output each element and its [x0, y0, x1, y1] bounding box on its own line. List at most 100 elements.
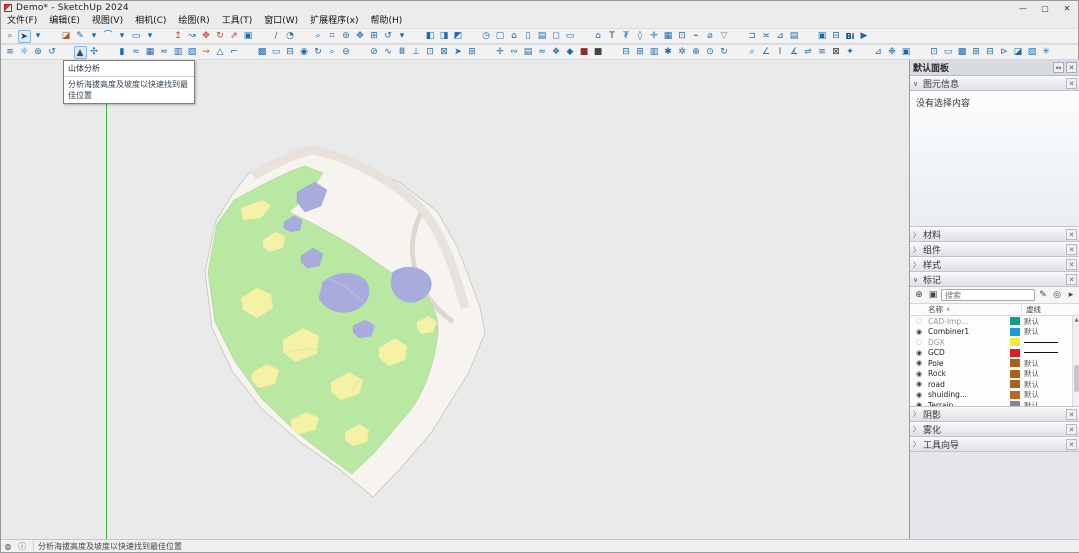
ext-tool-39[interactable]: ⊙	[704, 46, 717, 59]
section-styles[interactable]: 〉 样式 ✕	[910, 257, 1079, 272]
ext-tool-51[interactable]: ▩	[956, 46, 969, 59]
geolocation-icon[interactable]: ◍	[1, 542, 15, 551]
eye-visibility-icon[interactable]: ◉	[910, 328, 928, 336]
tag-row[interactable]: ◉ Terrain 默认	[910, 400, 1079, 407]
ext-tool-6[interactable]: ▨	[186, 46, 199, 59]
add-tag-icon[interactable]: ⊕	[913, 290, 925, 300]
orbit-tool[interactable]: ⊚	[340, 30, 353, 43]
maximize-button[interactable]: ▢	[1034, 2, 1056, 15]
section-close-icon[interactable]: ✕	[1066, 78, 1077, 89]
section-fog[interactable]: 〉 雾化 ✕	[910, 422, 1079, 437]
toolbar-separator[interactable]	[256, 30, 269, 43]
ext-tool-22[interactable]: ⊠	[438, 46, 451, 59]
toolbar-separator[interactable]	[578, 30, 591, 43]
view-top[interactable]: ▢	[494, 30, 507, 43]
tag-row[interactable]: ◉ GCD	[910, 348, 1079, 359]
eraser-tool[interactable]: ◪	[60, 30, 73, 43]
ext-refresh-tool[interactable]: ↺	[46, 46, 59, 59]
model-info-icon[interactable]: ⓘ	[15, 541, 29, 552]
ext-tool-25[interactable]: ✛	[494, 46, 507, 59]
arc-tool[interactable]: ⌒	[102, 30, 115, 43]
model-viewport[interactable]: 山体分析 分析海拔高度及坡度以快速找到最佳位置	[1, 60, 909, 541]
sandbox-tool[interactable]: ⊿	[774, 30, 787, 43]
section-instructor[interactable]: 〉 工具向导 ✕	[910, 437, 1079, 452]
ext-tool-53[interactable]: ⊟	[984, 46, 997, 59]
pushpull-tool[interactable]: ↥	[172, 30, 185, 43]
view-back[interactable]: ▤	[536, 30, 549, 43]
section-fill-toggle[interactable]: ◨	[438, 30, 451, 43]
protractor-tool[interactable]: ◔	[284, 30, 297, 43]
ext-tool-47[interactable]: ❉	[886, 46, 899, 59]
ext-tool-46[interactable]: ⊿	[872, 46, 885, 59]
terrain-model[interactable]	[1, 60, 909, 541]
toolbar-separator[interactable]	[802, 30, 815, 43]
grid-tool[interactable]: ▦	[662, 30, 675, 43]
section-close-icon[interactable]: ✕	[1066, 409, 1077, 420]
rectangle-caret[interactable]: ▾	[144, 30, 157, 43]
ext-tool-30[interactable]: ◆	[564, 46, 577, 59]
ext-tool-42[interactable]: ∡	[788, 46, 801, 59]
ext-sun-tool[interactable]: ☼	[18, 46, 31, 59]
ext-vertex-tool[interactable]: ✣	[88, 46, 101, 59]
line-caret[interactable]: ▾	[88, 30, 101, 43]
eye-visibility-icon[interactable]: ◉	[910, 391, 928, 399]
minimize-button[interactable]: —	[1012, 2, 1034, 15]
eye-visibility-icon[interactable]: ○	[910, 317, 928, 325]
section-close-icon[interactable]: ✕	[1066, 229, 1077, 240]
tray-undock-icon[interactable]: ↔	[1053, 62, 1064, 73]
tag-row[interactable]: ◉ Pole 默认	[910, 358, 1079, 369]
menu-item[interactable]: 相机(C)	[129, 15, 172, 28]
arc-caret[interactable]: ▾	[116, 30, 129, 43]
terrain-analysis-tool[interactable]: ▲	[74, 46, 87, 59]
toolbar-separator[interactable]	[914, 46, 927, 59]
section-shadows[interactable]: 〉 阴影 ✕	[910, 407, 1079, 422]
tag-dash-style[interactable]: 默认	[1024, 400, 1072, 407]
zoom-extents-tool[interactable]: ⊞	[368, 30, 381, 43]
scale-tool[interactable]: ⇗	[228, 30, 241, 43]
tag-color-swatch[interactable]	[1010, 401, 1020, 406]
section-entity-info[interactable]: ∨ 图元信息 ✕	[910, 76, 1079, 91]
menu-item[interactable]: 编辑(E)	[43, 15, 86, 28]
rectangle-tool[interactable]: ▭	[130, 30, 143, 43]
toolbar-separator[interactable]	[606, 46, 619, 59]
tag-row[interactable]: ○ DGX	[910, 337, 1079, 348]
toolbar-separator[interactable]	[732, 46, 745, 59]
eye-visibility-icon[interactable]: ◉	[910, 401, 928, 406]
bim-tool[interactable]: Bi	[844, 30, 857, 43]
tag-row[interactable]: ○ CAD-Imp... 默认	[910, 316, 1079, 327]
tag-dash-style[interactable]: 默认	[1024, 368, 1072, 379]
toolbar-separator[interactable]	[60, 46, 73, 59]
ext-tool-4[interactable]: ≂	[158, 46, 171, 59]
ext-tool-41[interactable]: Ⅰ	[774, 46, 787, 59]
ext-tool-20[interactable]: ⊥	[410, 46, 423, 59]
axes-tool[interactable]: ✛	[648, 30, 661, 43]
ext-tool-17[interactable]: ⊘	[368, 46, 381, 59]
details-arrow-icon[interactable]: ▸	[1065, 290, 1077, 300]
ext-tool-31[interactable]: ■	[578, 46, 591, 59]
ext-tool-38[interactable]: ⊕	[690, 46, 703, 59]
ext-tool-33[interactable]: ⊟	[620, 46, 633, 59]
scroll-up-icon[interactable]: ▲	[1073, 316, 1079, 324]
tag-dash-style[interactable]: 默认	[1024, 389, 1072, 400]
copy-view-tool[interactable]: ▣	[816, 30, 829, 43]
ext-tool-21[interactable]: ⊡	[424, 46, 437, 59]
tag-row[interactable]: ◉ Combiner1 默认	[910, 327, 1079, 338]
view-right[interactable]: ▯	[522, 30, 535, 43]
eye-visibility-icon[interactable]: ◉	[910, 359, 928, 367]
ext-tool-29[interactable]: ❖	[550, 46, 563, 59]
shadow-toggle[interactable]: ≍	[760, 30, 773, 43]
ext-tool-40[interactable]: ↻	[718, 46, 731, 59]
pan-tool[interactable]: ✥	[354, 30, 367, 43]
ext-tool-26[interactable]: ∾	[508, 46, 521, 59]
ext-tool-7[interactable]: ⇝	[200, 46, 213, 59]
layout-export-tool[interactable]: ⊟	[830, 30, 843, 43]
ext-list-tool[interactable]: ≡	[4, 46, 17, 59]
ext-tool-23[interactable]: ➤	[452, 46, 465, 59]
toolbar-separator[interactable]	[354, 46, 367, 59]
ext-tool-54[interactable]: ⊳	[998, 46, 1011, 59]
play-animation-button[interactable]: ▶	[858, 30, 871, 43]
edit-tag-icon[interactable]: ✎	[1037, 290, 1049, 300]
tag-color-swatch[interactable]	[1010, 349, 1020, 357]
ext-tool-27[interactable]: ▤	[522, 46, 535, 59]
ext-tool-9[interactable]: ⌐	[228, 46, 241, 59]
